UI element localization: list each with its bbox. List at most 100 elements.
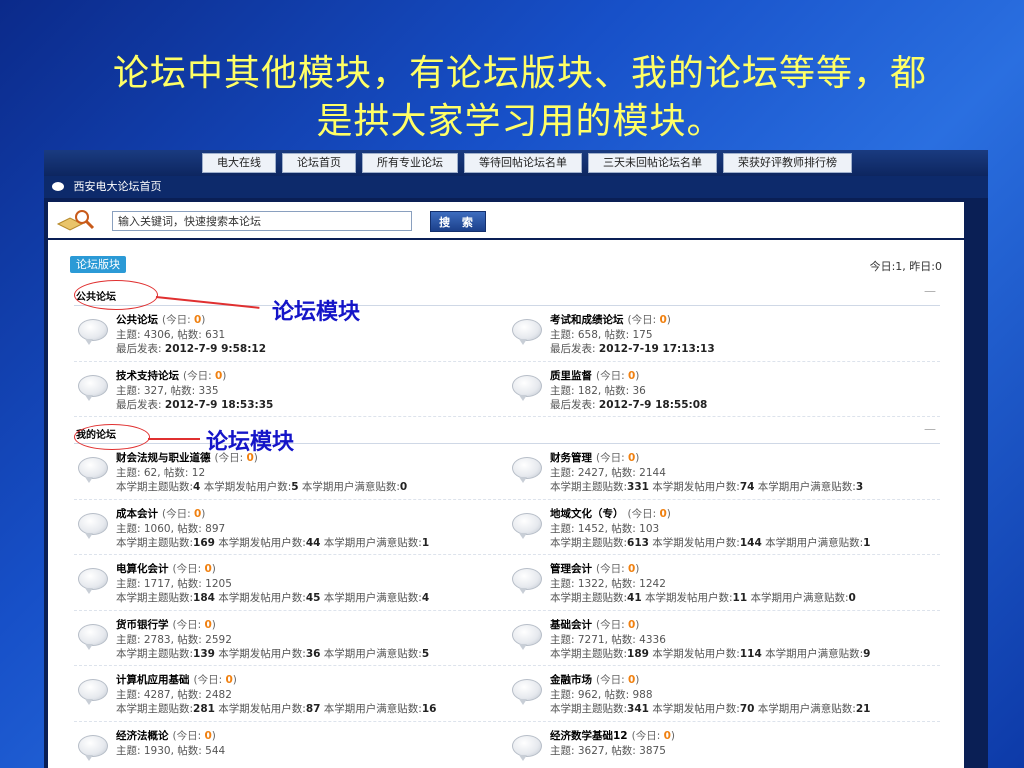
forum-item[interactable]: 经济法概论 (今日: 0) 主题: 1930, 帖数: 544 bbox=[74, 728, 504, 768]
forum-stats: 主题: 62, 帖数: 12 bbox=[116, 467, 206, 479]
collapse-icon[interactable]: — bbox=[924, 422, 936, 436]
last-post-time: 2012-7-9 18:55:08 bbox=[598, 398, 708, 411]
today-count: 0 bbox=[204, 563, 212, 575]
section-header-mine[interactable]: 我的论坛 — bbox=[74, 420, 940, 444]
forum-bubble-icon bbox=[512, 623, 542, 650]
forum-title-line: 电算化会计 (今日: 0) bbox=[116, 561, 216, 576]
forum-name-link[interactable]: 考试和成绩论坛 bbox=[550, 314, 624, 326]
forum-title-line: 地域文化（专） (今日: 0) bbox=[550, 506, 671, 521]
forum-name-link[interactable]: 地域文化（专） bbox=[550, 508, 624, 520]
forum-name-link[interactable]: 金融市场 bbox=[550, 674, 592, 686]
forum-title-line: 财务管理 (今日: 0) bbox=[550, 450, 639, 465]
forum-stats: 主题: 2427, 帖数: 2144 bbox=[550, 467, 666, 479]
collapse-icon[interactable]: — bbox=[924, 284, 936, 298]
nav-tab-4[interactable]: 三天未回帖论坛名单 bbox=[588, 153, 717, 173]
forum-stats: 主题: 1060, 帖数: 897 bbox=[116, 522, 226, 535]
last-post-time: 2012-7-9 9:58:12 bbox=[164, 343, 267, 355]
forum-stats: 主题: 182, 帖数: 36 bbox=[550, 384, 646, 397]
forum-extra: 本学期主题贴数:281 本学期发帖用户数:87 本学期用户满意贴数:16 bbox=[116, 703, 437, 715]
forum-name-link[interactable]: 电算化会计 bbox=[116, 563, 169, 575]
nav-tab-2[interactable]: 所有专业论坛 bbox=[362, 153, 458, 173]
nav-tab-0[interactable]: 电大在线 bbox=[202, 153, 276, 173]
forum-item[interactable]: 经济数学基础12 (今日: 0) 主题: 3627, 帖数: 3875 bbox=[508, 728, 938, 768]
forum-item[interactable]: 货币银行学 (今日: 0) 主题: 2783, 帖数: 2592 本学期主题贴数:13… bbox=[74, 617, 504, 665]
forum-item[interactable]: 财务管理 (今日: 0) 主题: 2427, 帖数: 2144 本学期主题贴数:331… bbox=[508, 450, 938, 498]
forum-item[interactable]: 考试和成绩论坛 (今日: 0) 主题: 658, 帖数: 175 最后发表: 2012… bbox=[508, 312, 938, 360]
nav-tab-5[interactable]: 荣获好评教师排行榜 bbox=[723, 153, 852, 173]
annotation-label-2: 论坛模块 bbox=[206, 429, 295, 455]
forum-bubble-icon bbox=[512, 374, 542, 401]
forum-row: 电算化会计 (今日: 0) 主题: 1717, 帖数: 1205 本学期主题贴数:18… bbox=[74, 555, 940, 611]
forum-name-link[interactable]: 管理会计 bbox=[550, 563, 592, 575]
forum-name-link[interactable]: 技术支持论坛 bbox=[116, 370, 179, 382]
today-close: ) bbox=[211, 563, 216, 575]
forum-name-link[interactable]: 成本会计 bbox=[116, 508, 158, 520]
nav-tab-3[interactable]: 等待回帖论坛名单 bbox=[464, 153, 582, 173]
forum-extra: 本学期主题贴数:613 本学期发帖用户数:144 本学期用户满意贴数:1 bbox=[550, 536, 871, 549]
today-label: (今日: bbox=[596, 452, 625, 464]
forum-stats: 主题: 1717, 帖数: 1205 bbox=[116, 578, 232, 590]
forum-row: 公共论坛 (今日: 0) 主题: 4306, 帖数: 631 最后发表: 2012-7… bbox=[74, 306, 940, 362]
forum-item[interactable]: 技术支持论坛 (今日: 0) 主题: 327, 帖数: 335 最后发表: 2012-… bbox=[74, 368, 504, 416]
forum-name-link[interactable]: 公共论坛 bbox=[116, 314, 158, 326]
forum-extra: 本学期主题贴数:4 本学期发帖用户数:5 本学期用户满意贴数:0 bbox=[116, 481, 408, 493]
last-post-label: 最后发表: bbox=[116, 343, 165, 355]
forum-section-tag[interactable]: 论坛版块 bbox=[70, 256, 126, 273]
forum-name-link[interactable]: 经济数学基础12 bbox=[550, 730, 628, 742]
today-count: 0 bbox=[204, 618, 212, 631]
today-count: 0 bbox=[659, 314, 667, 326]
forum-stats: 主题: 3627, 帖数: 3875 bbox=[550, 744, 666, 757]
last-post-label: 最后发表: bbox=[550, 343, 599, 355]
forum-name-link[interactable]: 经济法概论 bbox=[116, 730, 169, 742]
breadcrumb-home-link[interactable]: 西安电大论坛首页 bbox=[74, 180, 162, 193]
forum-item[interactable]: 电算化会计 (今日: 0) 主题: 1717, 帖数: 1205 本学期主题贴数:18… bbox=[74, 561, 504, 609]
forum-row: 技术支持论坛 (今日: 0) 主题: 327, 帖数: 335 最后发表: 2012-… bbox=[74, 362, 940, 417]
forum-bubble-icon bbox=[512, 319, 542, 345]
forum-stats: 主题: 4287, 帖数: 2482 bbox=[116, 689, 232, 701]
annotation-line-2 bbox=[148, 438, 200, 440]
forum-name-link[interactable]: 基础会计 bbox=[550, 619, 592, 631]
forum-item[interactable]: 成本会计 (今日: 0) 主题: 1060, 帖数: 897 本学期主题贴数:169 … bbox=[74, 506, 504, 554]
forum-item[interactable]: 质里监督 (今日: 0) 主题: 182, 帖数: 36 最后发表: 2012-7-9… bbox=[508, 368, 938, 416]
forum-name-link[interactable]: 财务管理 bbox=[550, 452, 592, 464]
forum-title-line: 考试和成绩论坛 (今日: 0) bbox=[550, 312, 671, 327]
forum-title-line: 成本会计 (今日: 0) bbox=[116, 506, 205, 521]
forum-item[interactable]: 金融市场 (今日: 0) 主题: 962, 帖数: 988 本学期主题贴数:341 本… bbox=[508, 672, 938, 720]
today-label: (今日: bbox=[193, 674, 223, 686]
forum-extra: 最后发表: 2012-7-9 18:55:08 bbox=[550, 397, 707, 412]
forum-name-link[interactable]: 货币银行学 bbox=[116, 619, 169, 631]
slide-title-line2: 是拱大家学习用的模块。 bbox=[316, 101, 724, 142]
speech-bubble-icon bbox=[52, 182, 64, 191]
forum-item[interactable]: 基础会计 (今日: 0) 主题: 7271, 帖数: 4336 本学期主题贴数:189… bbox=[508, 617, 938, 665]
today-close: ) bbox=[635, 452, 640, 464]
forum-name-link[interactable]: 财会法规与职业道德 bbox=[116, 452, 211, 464]
forum-name-link[interactable]: 计算机应用基础 bbox=[116, 674, 190, 686]
forum-bubble-icon bbox=[78, 568, 108, 594]
forum-title-line: 技术支持论坛 (今日: 0) bbox=[116, 368, 226, 383]
forum-extra: 本学期主题贴数:189 本学期发帖用户数:114 本学期用户满意贴数:9 bbox=[550, 647, 871, 660]
forum-stats: 主题: 1452, 帖数: 103 bbox=[550, 522, 660, 535]
search-button[interactable]: 搜 索 bbox=[430, 211, 486, 232]
forum-bubble-icon bbox=[78, 457, 108, 483]
today-close: ) bbox=[670, 729, 676, 742]
forum-item[interactable]: 地域文化（专） (今日: 0) 主题: 1452, 帖数: 103 本学期主题贴数:6… bbox=[508, 506, 938, 554]
forum-item[interactable]: 计算机应用基础 (今日: 0) 主题: 4287, 帖数: 2482 本学期主题贴数:… bbox=[74, 672, 504, 720]
today-close: ) bbox=[635, 618, 640, 631]
forum-title-line: 货币银行学 (今日: 0) bbox=[116, 617, 216, 632]
forum-bubble-icon bbox=[78, 623, 108, 650]
forum-row: 成本会计 (今日: 0) 主题: 1060, 帖数: 897 本学期主题贴数:169 … bbox=[74, 500, 940, 555]
search-input[interactable] bbox=[112, 211, 412, 231]
forum-item[interactable]: 财会法规与职业道德 (今日: 0) 主题: 62, 帖数: 12 本学期主题贴数:4 … bbox=[74, 450, 504, 498]
forum-bubble-icon bbox=[78, 734, 108, 761]
forum-bubble-icon bbox=[78, 679, 108, 705]
forum-title-line: 管理会计 (今日: 0) bbox=[550, 561, 639, 576]
breadcrumb: 西安电大论坛首页 bbox=[44, 176, 988, 198]
magnifier-book-icon bbox=[56, 210, 95, 231]
nav-tab-1[interactable]: 论坛首页 bbox=[282, 153, 356, 173]
forum-name-link[interactable]: 质里监督 bbox=[550, 370, 592, 382]
last-post-label: 最后发表: bbox=[116, 398, 165, 411]
today-close: ) bbox=[666, 507, 671, 520]
today-close: ) bbox=[635, 674, 640, 686]
today-label: (今日: bbox=[172, 729, 202, 742]
forum-item[interactable]: 管理会计 (今日: 0) 主题: 1322, 帖数: 1242 本学期主题贴数:41 … bbox=[508, 561, 938, 609]
